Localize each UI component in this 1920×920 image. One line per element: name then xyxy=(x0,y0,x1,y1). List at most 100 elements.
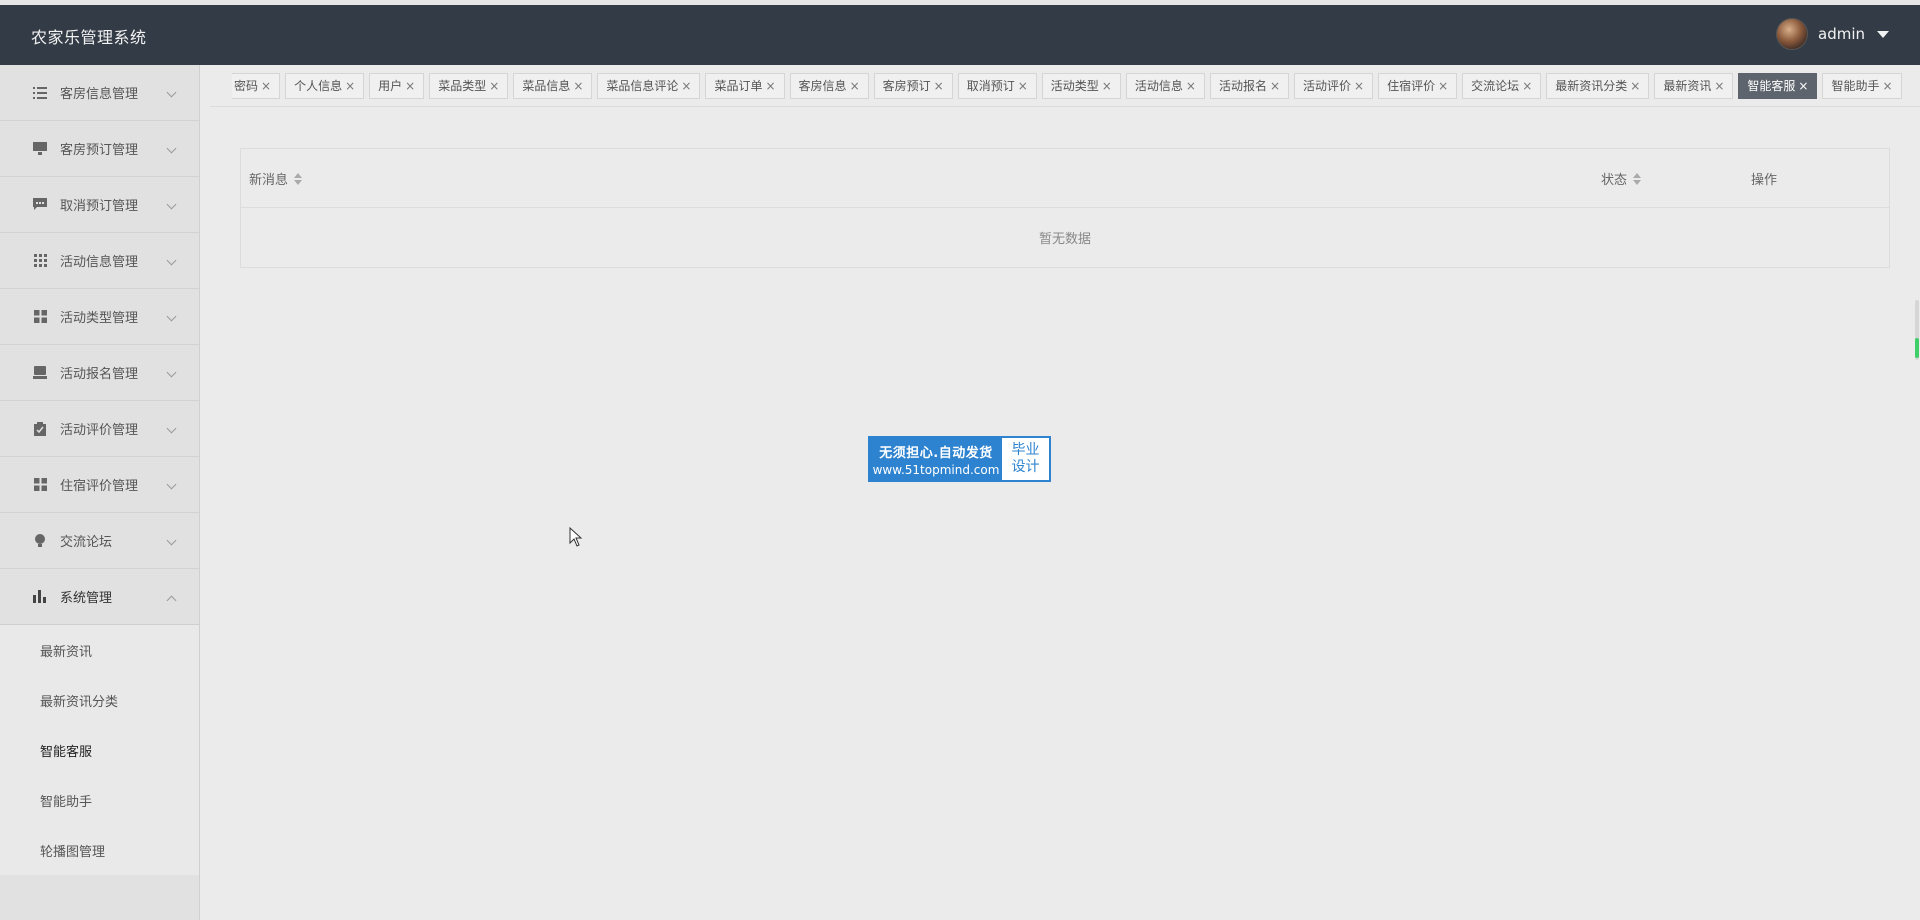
mouse-cursor-icon xyxy=(569,526,583,551)
close-icon[interactable]: × xyxy=(1630,79,1640,93)
column-header-actions: 操作 xyxy=(1751,169,1777,188)
close-icon[interactable]: × xyxy=(405,79,415,93)
submenu-item-smart-assistant[interactable]: 智能助手 xyxy=(0,775,199,825)
close-icon[interactable]: × xyxy=(850,79,860,93)
bulb-icon xyxy=(32,533,48,549)
tab-users[interactable]: 用户 × xyxy=(369,72,425,99)
sidebar-item-activity-review[interactable]: 活动评价管理 xyxy=(0,401,199,457)
close-icon[interactable]: × xyxy=(1102,79,1112,93)
tab-dish-comments[interactable]: 菜品信息评论 × xyxy=(597,72,701,99)
message-table: 新消息 状态 操作 暂无数据 xyxy=(240,148,1890,268)
sort-icon[interactable] xyxy=(1633,172,1642,185)
column-label: 新消息 xyxy=(249,173,289,188)
close-icon[interactable]: × xyxy=(1883,79,1893,93)
close-icon[interactable]: × xyxy=(681,79,691,93)
sidebar-item-activity-signup[interactable]: 活动报名管理 xyxy=(0,345,199,401)
tab-password[interactable]: 密码 × xyxy=(232,72,281,99)
close-icon[interactable]: × xyxy=(1438,79,1448,93)
watermark-line1: 无须担心.自动发货 xyxy=(879,445,993,461)
table-header: 新消息 状态 操作 xyxy=(241,149,1889,208)
user-name[interactable]: admin xyxy=(1818,25,1865,43)
grid-icon xyxy=(32,253,48,269)
chevron-down-icon xyxy=(166,423,177,434)
sort-icon[interactable] xyxy=(294,172,303,185)
caret-down-icon[interactable] xyxy=(1877,30,1889,38)
close-icon[interactable]: × xyxy=(489,79,499,93)
sidebar-item-activity-type[interactable]: 活动类型管理 xyxy=(0,289,199,345)
header: 农家乐管理系统 admin xyxy=(0,5,1920,65)
tab-label: 菜品类型 xyxy=(438,79,487,93)
close-icon[interactable]: × xyxy=(765,79,775,93)
sidebar-item-lodging-review[interactable]: 住宿评价管理 xyxy=(0,457,199,513)
tab-label: 交流论坛 xyxy=(1471,79,1520,93)
column-header-status[interactable]: 状态 xyxy=(1601,169,1642,188)
sidebar-item-room-info[interactable]: 客房信息管理 xyxy=(0,65,199,121)
column-header-new-message[interactable]: 新消息 xyxy=(249,169,303,188)
chevron-down-icon xyxy=(166,143,177,154)
sidebar-item-label: 客房信息管理 xyxy=(60,87,139,102)
avatar[interactable] xyxy=(1776,18,1808,50)
chevron-down-icon xyxy=(166,479,177,490)
watermark-left: 无须担心.自动发货 www.51topmind.com xyxy=(870,438,1002,480)
tab-label: 智能客服 xyxy=(1747,79,1796,93)
close-icon[interactable]: × xyxy=(261,79,271,93)
apps-icon xyxy=(32,309,48,325)
close-icon[interactable]: × xyxy=(1798,79,1808,93)
close-icon[interactable]: × xyxy=(345,79,355,93)
sidebar-item-cancel-booking[interactable]: 取消预订管理 xyxy=(0,177,199,233)
tab-news-category[interactable]: 最新资讯分类 × xyxy=(1546,72,1650,99)
tab-label: 活动类型 xyxy=(1050,79,1099,93)
watermark-url: www.51topmind.com xyxy=(872,462,1000,477)
tab-dish-type[interactable]: 菜品类型 × xyxy=(429,72,509,99)
tab-label: 智能助手 xyxy=(1831,79,1880,93)
sidebar-item-label: 住宿评价管理 xyxy=(60,479,139,494)
sidebar-item-label: 活动评价管理 xyxy=(60,423,139,438)
submenu-item-news-category[interactable]: 最新资讯分类 xyxy=(0,675,199,725)
tab-activity-info[interactable]: 活动信息 × xyxy=(1125,72,1205,99)
close-icon[interactable]: × xyxy=(1354,79,1364,93)
tab-dish-orders[interactable]: 菜品订单 × xyxy=(705,72,785,99)
close-icon[interactable]: × xyxy=(573,79,583,93)
tab-activity-review[interactable]: 活动评价 × xyxy=(1294,72,1374,99)
app-title: 农家乐管理系统 xyxy=(31,28,147,47)
tab-activity-type[interactable]: 活动类型 × xyxy=(1041,72,1121,99)
tab-label: 菜品信息 xyxy=(522,79,571,93)
submenu-item-news[interactable]: 最新资讯 xyxy=(0,625,199,675)
submenu-item-carousel[interactable]: 轮播图管理 xyxy=(0,825,199,875)
tab-room-booking[interactable]: 客房预订 × xyxy=(873,72,953,99)
tab-news[interactable]: 最新资讯 × xyxy=(1654,72,1734,99)
tab-room-info[interactable]: 客房信息 × xyxy=(789,72,869,99)
app-root: 农家乐管理系统 admin 客房信息管理 客房预订管理 取消预订管理 活动信息管… xyxy=(0,0,1920,920)
sidebar-item-label: 客房预订管理 xyxy=(60,143,139,158)
close-icon[interactable]: × xyxy=(1270,79,1280,93)
tab-dish-info[interactable]: 菜品信息 × xyxy=(513,72,593,99)
clipboard-icon xyxy=(32,421,48,437)
chevron-down-icon xyxy=(166,535,177,546)
tab-smart-assistant[interactable]: 智能助手 × xyxy=(1822,72,1902,99)
close-icon[interactable]: × xyxy=(1018,79,1028,93)
sidebar-item-forum[interactable]: 交流论坛 xyxy=(0,513,199,569)
tab-label: 最新资讯 xyxy=(1663,79,1712,93)
chat-icon xyxy=(32,197,48,213)
scroll-thumb[interactable] xyxy=(1915,338,1919,358)
close-icon[interactable]: × xyxy=(1522,79,1532,93)
close-icon[interactable]: × xyxy=(1714,79,1724,93)
tab-bar: 密码 × 个人信息 × 用户 × 菜品类型 × 菜品信息 × 菜品信息评论 × 菜品订单 × … xyxy=(210,65,1920,107)
user-menu[interactable]: admin xyxy=(1776,18,1889,50)
tab-profile[interactable]: 个人信息 × xyxy=(285,72,365,99)
tab-cancel-booking[interactable]: 取消预订 × xyxy=(957,72,1037,99)
sidebar-item-system[interactable]: 系统管理 xyxy=(0,569,199,625)
close-icon[interactable]: × xyxy=(934,79,944,93)
sidebar-item-label: 活动信息管理 xyxy=(60,255,139,270)
close-icon[interactable]: × xyxy=(1186,79,1196,93)
scroll-indicator[interactable] xyxy=(1914,300,1920,360)
tab-lodging-review[interactable]: 住宿评价 × xyxy=(1378,72,1458,99)
tab-smart-service[interactable]: 智能客服 × xyxy=(1738,72,1818,99)
tab-activity-signup[interactable]: 活动报名 × xyxy=(1209,72,1290,99)
tab-forum[interactable]: 交流论坛 × xyxy=(1462,72,1542,99)
apps-icon xyxy=(32,477,48,493)
sidebar-item-activity-info[interactable]: 活动信息管理 xyxy=(0,233,199,289)
sidebar-item-room-booking[interactable]: 客房预订管理 xyxy=(0,121,199,177)
submenu-item-smart-service[interactable]: 智能客服 xyxy=(0,725,199,775)
tab-label: 用户 xyxy=(378,79,403,93)
